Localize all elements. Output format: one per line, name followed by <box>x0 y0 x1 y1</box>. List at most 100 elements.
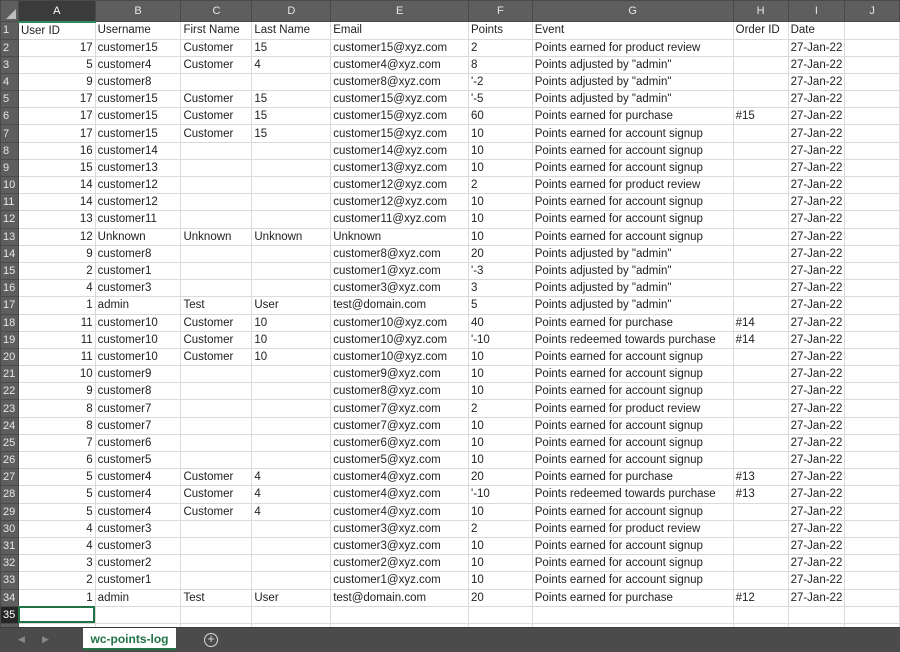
cell-f20[interactable]: 10 <box>468 347 533 367</box>
cell-g27[interactable]: Points earned for purchase <box>531 468 734 487</box>
cell-j8[interactable] <box>844 141 900 160</box>
cell-c13[interactable]: Unknown <box>180 227 253 246</box>
cell-b7[interactable]: customer15 <box>94 124 182 143</box>
row-header[interactable]: 10 <box>0 175 19 195</box>
cell-a13[interactable]: 12 <box>17 227 96 246</box>
cell-a14[interactable]: 9 <box>17 244 96 263</box>
cell-i2[interactable]: 27-Jan-22 <box>787 38 846 57</box>
cell-a15[interactable]: 2 <box>17 261 96 281</box>
add-sheet-icon[interactable]: + <box>204 632 218 647</box>
cell-b5[interactable]: customer15 <box>94 90 182 109</box>
cell-i19[interactable]: 27-Jan-22 <box>787 330 846 349</box>
cell-f21[interactable]: 10 <box>468 365 533 384</box>
cell-a25[interactable]: 7 <box>17 433 96 453</box>
cell-d26[interactable] <box>251 450 332 470</box>
cell-i16[interactable]: 27-Jan-22 <box>787 279 846 298</box>
cell-h22[interactable] <box>732 382 789 401</box>
cell-c6[interactable]: Customer <box>180 107 253 126</box>
row-header[interactable]: 24 <box>0 416 19 435</box>
cell-c30[interactable] <box>180 519 253 538</box>
cell-e10[interactable]: customer12@xyz.com <box>330 175 470 195</box>
cell-e13[interactable]: Unknown <box>330 227 470 246</box>
cell-a9[interactable]: 15 <box>17 158 96 178</box>
cell-i18[interactable]: 27-Jan-22 <box>787 313 846 332</box>
row-header[interactable]: 27 <box>0 468 19 487</box>
cell-f4[interactable]: '-2 <box>468 72 533 92</box>
cell-h12[interactable] <box>732 210 789 229</box>
cell-h5[interactable] <box>732 90 789 109</box>
row-header[interactable]: 35 <box>0 605 19 624</box>
cell-b14[interactable]: customer8 <box>94 244 182 263</box>
cell-j12[interactable] <box>844 210 900 229</box>
row-header[interactable]: 21 <box>0 365 19 384</box>
cell-d15[interactable] <box>251 261 332 281</box>
cell-b26[interactable]: customer5 <box>94 450 182 470</box>
cell-i4[interactable]: 27-Jan-22 <box>787 72 846 92</box>
cell-f11[interactable]: 10 <box>468 193 533 212</box>
cell-b16[interactable]: customer3 <box>94 279 182 298</box>
row-header[interactable]: 30 <box>0 519 19 538</box>
cell-f26[interactable]: 10 <box>468 450 533 470</box>
cell-b32[interactable]: customer2 <box>94 554 182 573</box>
cell-b24[interactable]: customer7 <box>94 416 182 435</box>
cell-i26[interactable]: 27-Jan-22 <box>787 450 846 470</box>
row-header[interactable]: 16 <box>0 279 19 298</box>
cell-i21[interactable]: 27-Jan-22 <box>787 365 846 384</box>
column-header-d[interactable]: D <box>251 0 332 22</box>
cell-e21[interactable]: customer9@xyz.com <box>330 365 470 384</box>
cell-a28[interactable]: 5 <box>17 485 96 504</box>
cell-d17[interactable]: User <box>251 296 332 315</box>
cell-d13[interactable]: Unknown <box>251 227 332 246</box>
cell-g35[interactable] <box>531 605 734 624</box>
cell-j3[interactable] <box>844 55 900 74</box>
cell-b17[interactable]: admin <box>94 296 182 315</box>
cell-h29[interactable] <box>732 502 789 521</box>
cell-g8[interactable]: Points earned for account signup <box>531 141 734 160</box>
cell-c28[interactable]: Customer <box>180 485 253 504</box>
cell-c24[interactable] <box>180 416 253 435</box>
cell-c23[interactable] <box>180 399 253 418</box>
row-header[interactable]: 3 <box>0 55 19 74</box>
cell-e25[interactable]: customer6@xyz.com <box>330 433 470 453</box>
cell-d4[interactable] <box>251 72 332 92</box>
cell-b9[interactable]: customer13 <box>94 158 182 178</box>
cell-i20[interactable]: 27-Jan-22 <box>787 347 846 367</box>
cell-d28[interactable]: 4 <box>251 485 332 504</box>
cell-i32[interactable]: 27-Jan-22 <box>787 554 846 573</box>
cell-e6[interactable]: customer15@xyz.com <box>330 107 470 126</box>
cell-h11[interactable] <box>732 193 789 212</box>
cell-i22[interactable]: 27-Jan-22 <box>787 382 846 401</box>
cell-e12[interactable]: customer11@xyz.com <box>330 210 470 229</box>
cell-a3[interactable]: 5 <box>17 55 96 74</box>
cell-f30[interactable]: 2 <box>468 519 533 538</box>
cell-i12[interactable]: 27-Jan-22 <box>787 210 846 229</box>
cell-h15[interactable] <box>732 261 789 281</box>
cell-e31[interactable]: customer3@xyz.com <box>330 536 470 556</box>
cell-g28[interactable]: Points redeemed towards purchase <box>531 485 734 504</box>
cell-j23[interactable] <box>844 399 900 418</box>
cell-h8[interactable] <box>732 141 789 160</box>
cell-h34[interactable]: #12 <box>732 588 789 607</box>
sheet-tab-wc-points-log[interactable]: wc-points-log <box>83 628 176 650</box>
cell-d16[interactable] <box>251 279 332 298</box>
cell-c34[interactable]: Test <box>180 588 253 607</box>
cell-j10[interactable] <box>844 175 900 195</box>
cell-g29[interactable]: Points earned for account signup <box>531 502 734 521</box>
cell-h3[interactable] <box>732 55 789 74</box>
cell-i3[interactable]: 27-Jan-22 <box>787 55 846 74</box>
cell-c3[interactable]: Customer <box>180 55 253 74</box>
row-header[interactable]: 25 <box>0 433 19 453</box>
cell-d24[interactable] <box>251 416 332 435</box>
cell-a35[interactable] <box>17 605 96 624</box>
row-header[interactable]: 26 <box>0 450 19 470</box>
cell-a23[interactable]: 8 <box>17 399 96 418</box>
cell-g9[interactable]: Points earned for account signup <box>531 158 734 178</box>
cell-e20[interactable]: customer10@xyz.com <box>330 347 470 367</box>
cell-j27[interactable] <box>844 468 900 487</box>
cell-e16[interactable]: customer3@xyz.com <box>330 279 470 298</box>
cell-d21[interactable] <box>251 365 332 384</box>
cell-a8[interactable]: 16 <box>17 141 96 160</box>
cell-j5[interactable] <box>844 90 900 109</box>
cell-i30[interactable]: 27-Jan-22 <box>787 519 846 538</box>
cell-j29[interactable] <box>844 502 900 521</box>
